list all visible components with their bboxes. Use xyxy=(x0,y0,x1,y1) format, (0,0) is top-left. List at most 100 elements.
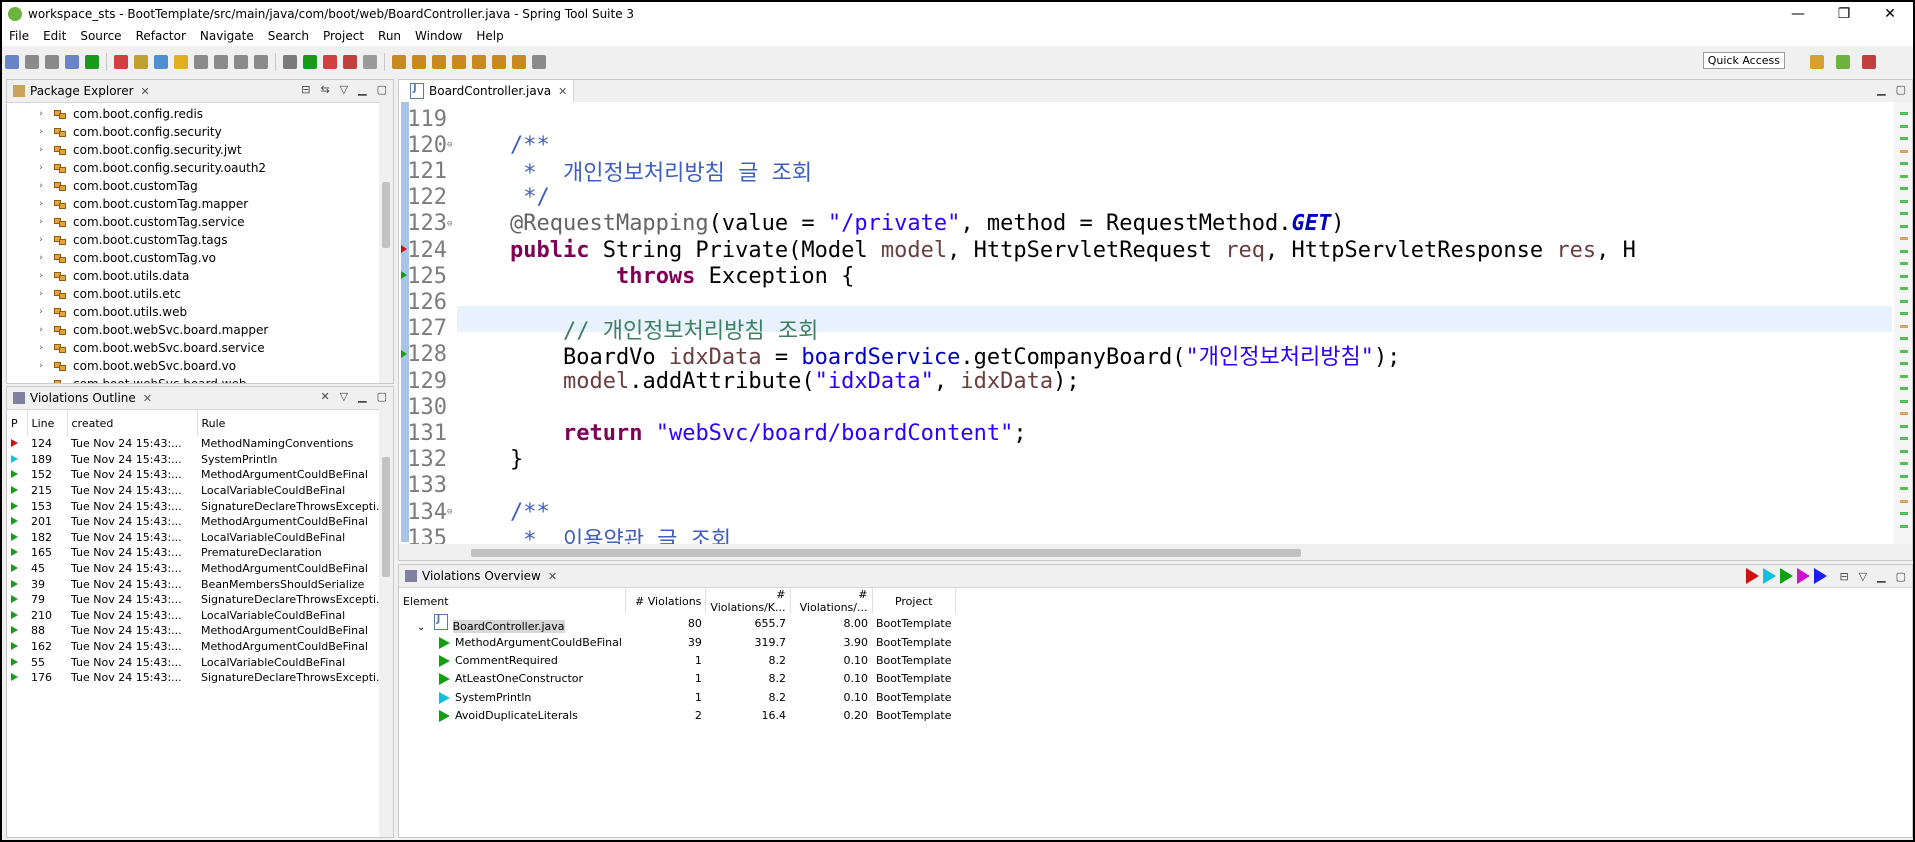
run-external-icon[interactable] xyxy=(323,55,337,69)
close-button[interactable]: ✕ xyxy=(1867,2,1913,26)
overview-mark[interactable] xyxy=(1900,362,1908,365)
overview-mark[interactable] xyxy=(1900,412,1908,415)
chevron-right-icon[interactable]: › xyxy=(35,253,47,263)
fold-toggle-icon[interactable]: ⊖ xyxy=(447,219,452,229)
table-row[interactable]: 201 Tue Nov 24 15:43:... MethodArgumentCou… xyxy=(7,514,393,530)
search-icon[interactable] xyxy=(432,55,446,69)
new-icon[interactable] xyxy=(5,55,19,69)
column-header[interactable]: Project xyxy=(872,588,957,614)
chevron-down-icon[interactable]: ⌄ xyxy=(417,622,429,633)
close-tab-icon[interactable]: ✕ xyxy=(548,570,557,583)
annotation-icon[interactable] xyxy=(194,55,208,69)
table-row[interactable]: 39 Tue Nov 24 15:43:... BeanMembersShouldS… xyxy=(7,576,393,592)
menu-window[interactable]: Window xyxy=(408,29,469,43)
fold-toggle-icon[interactable]: ⊖ xyxy=(447,507,452,517)
overview-mark[interactable] xyxy=(1900,512,1908,515)
violations-outline-scrollbar[interactable] xyxy=(379,409,393,837)
tree-item[interactable]: › com.boot.utils.data xyxy=(7,267,393,285)
table-row[interactable]: SystemPrintln 1 8.2 0.10 BootTemplate xyxy=(399,688,956,706)
editor-hscrollbar[interactable] xyxy=(399,544,1912,560)
tree-item[interactable]: › com.boot.utils.web xyxy=(7,303,393,321)
menu-run[interactable]: Run xyxy=(371,29,408,43)
tree-item[interactable]: › com.boot.customTag.tags xyxy=(7,231,393,249)
priority-4-filter-icon[interactable] xyxy=(1797,568,1811,584)
spring-icon[interactable] xyxy=(85,55,99,69)
table-row[interactable]: 210 Tue Nov 24 15:43:... LocalVariableCoul… xyxy=(7,608,393,624)
overview-mark[interactable] xyxy=(1900,524,1908,528)
overview-mark[interactable] xyxy=(1900,374,1908,378)
chevron-right-icon[interactable]: › xyxy=(35,289,47,299)
priority-2-filter-icon[interactable] xyxy=(1763,568,1777,584)
minimize-view-icon[interactable]: ▁ xyxy=(1877,83,1885,96)
tree-item[interactable]: › com.boot.config.security xyxy=(7,123,393,141)
menu-search[interactable]: Search xyxy=(261,29,316,43)
chevron-right-icon[interactable]: › xyxy=(35,217,47,227)
table-row[interactable]: MethodArgumentCouldBeFinal 39 319.7 3.90 Boo… xyxy=(399,633,956,651)
scroll-thumb[interactable] xyxy=(382,182,390,248)
table-row[interactable]: 45 Tue Nov 24 15:43:... MethodArgumentCoul… xyxy=(7,561,393,577)
menu-edit[interactable]: Edit xyxy=(36,29,73,43)
overview-mark[interactable] xyxy=(1900,387,1908,390)
overview-mark[interactable] xyxy=(1900,249,1908,253)
open-type-icon[interactable] xyxy=(392,55,406,69)
overview-mark[interactable] xyxy=(1900,137,1908,140)
overview-mark[interactable] xyxy=(1900,449,1908,453)
overview-mark[interactable] xyxy=(1900,462,1908,465)
overview-mark[interactable] xyxy=(1900,287,1908,290)
table-row[interactable]: AvoidDuplicateLiterals 2 16.4 0.20 BootTempl… xyxy=(399,706,956,724)
column-header[interactable]: # Violations/... xyxy=(790,588,873,614)
priority-filter-buttons[interactable] xyxy=(1744,568,1829,584)
tree-item[interactable]: › com.boot.config.redis xyxy=(7,105,393,123)
maximize-view-icon[interactable]: ▢ xyxy=(377,390,387,403)
maximize-view-icon[interactable]: ▢ xyxy=(377,83,387,96)
link-editor-icon[interactable]: ⇆ xyxy=(320,83,329,96)
priority-1-filter-icon[interactable] xyxy=(1746,568,1760,584)
previous-annotation-icon[interactable] xyxy=(472,55,486,69)
overview-mark[interactable] xyxy=(1900,237,1908,240)
tree-item[interactable]: › com.boot.config.security.oauth2 xyxy=(7,159,393,177)
toggle-mark-icon[interactable] xyxy=(154,55,168,69)
overview-mark[interactable] xyxy=(1900,312,1908,315)
skip-icon[interactable] xyxy=(343,55,357,69)
coverage-icon[interactable] xyxy=(363,55,377,69)
chevron-right-icon[interactable]: › xyxy=(35,127,47,137)
table-row[interactable]: 79 Tue Nov 24 15:43:... SignatureDeclareTh… xyxy=(7,592,393,608)
table-row[interactable]: CommentRequired 1 8.2 0.10 BootTemplate xyxy=(399,651,956,669)
overview-mark[interactable] xyxy=(1900,187,1908,190)
overview-mark[interactable] xyxy=(1900,224,1908,228)
chevron-right-icon[interactable]: › xyxy=(35,163,47,173)
table-row[interactable]: 189Tue Nov 24 15:43:...SystemPrintlnSyst… xyxy=(7,452,393,468)
collapse-all-icon[interactable]: ⊟ xyxy=(1839,570,1848,583)
overview-mark[interactable] xyxy=(1900,199,1908,203)
chevron-right-icon[interactable]: › xyxy=(35,181,47,191)
editor-tab-boardcontroller[interactable]: BoardController.java ✕ xyxy=(399,80,575,102)
package-explorer-tab[interactable]: Package Explorer ✕ xyxy=(7,80,156,102)
menu-navigate[interactable]: Navigate xyxy=(193,29,261,43)
close-tab-icon[interactable]: ✕ xyxy=(141,85,150,98)
table-row[interactable]: ⌄ BoardController.java 80 655.7 8.00 BootTem… xyxy=(399,614,956,633)
maximize-view-icon[interactable]: ▢ xyxy=(1896,570,1906,583)
save-icon[interactable] xyxy=(25,55,39,69)
table-row[interactable]: 162 Tue Nov 24 15:43:... MethodArgumentCou… xyxy=(7,639,393,655)
view-menu-icon[interactable]: ▽ xyxy=(340,390,348,403)
overview-mark[interactable] xyxy=(1900,174,1908,178)
back-icon[interactable] xyxy=(512,55,526,69)
tree-item[interactable]: › com.boot.webSvc.board.service xyxy=(7,339,393,357)
overview-mark[interactable] xyxy=(1900,324,1908,328)
chevron-right-icon[interactable]: › xyxy=(35,199,47,209)
overview-mark[interactable] xyxy=(1900,162,1908,165)
menu-refactor[interactable]: Refactor xyxy=(129,29,193,43)
clear-icon[interactable]: ✕ xyxy=(320,390,329,403)
fold-toggle-icon[interactable]: ⊖ xyxy=(447,140,452,150)
table-row[interactable]: 88 Tue Nov 24 15:43:... MethodArgumentCoul… xyxy=(7,623,393,639)
column-header[interactable]: Rule xyxy=(197,410,388,436)
overview-mark[interactable] xyxy=(1900,212,1908,215)
highlight-icon[interactable] xyxy=(174,55,188,69)
chevron-right-icon[interactable]: › xyxy=(35,325,47,335)
table-row[interactable]: 152 Tue Nov 24 15:43:... MethodArgumentCou… xyxy=(7,467,393,483)
previous-icon[interactable] xyxy=(214,55,228,69)
overview-mark[interactable] xyxy=(1900,262,1908,265)
overview-mark[interactable] xyxy=(1900,424,1908,428)
stop-icon[interactable] xyxy=(114,55,128,69)
perspective-icon[interactable] xyxy=(1810,55,1824,69)
